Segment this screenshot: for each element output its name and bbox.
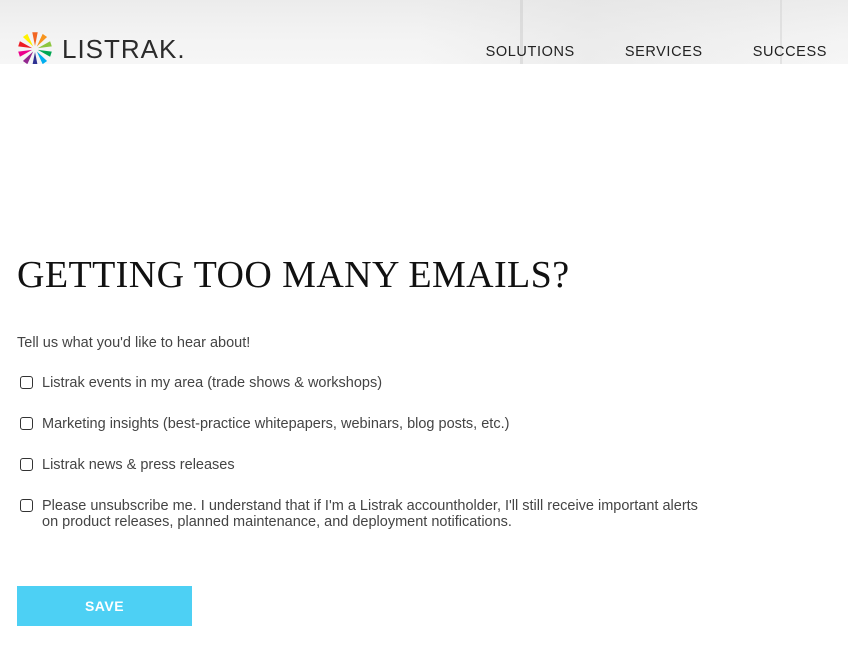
save-button[interactable]: SAVE bbox=[17, 586, 192, 626]
checkbox-icon[interactable] bbox=[20, 417, 33, 430]
checkbox-icon[interactable] bbox=[20, 499, 33, 512]
nav-item-success[interactable]: SUCCESS bbox=[753, 44, 827, 60]
option-label: Marketing insights (best-practice whitep… bbox=[42, 416, 510, 432]
option-label: Please unsubscribe me. I understand that… bbox=[42, 498, 698, 530]
option-unsubscribe: Please unsubscribe me. I understand that… bbox=[20, 498, 700, 530]
main-nav: SOLUTIONS SERVICES SUCCESS bbox=[486, 44, 827, 60]
site-header: LISTRAK. SOLUTIONS SERVICES SUCCESS bbox=[0, 0, 848, 64]
nav-item-solutions[interactable]: SOLUTIONS bbox=[486, 44, 575, 60]
option-label: Listrak events in my area (trade shows &… bbox=[42, 375, 383, 391]
intro-text: Tell us what you'd like to hear about! bbox=[17, 335, 251, 351]
option-insights: Marketing insights (best-practice whitep… bbox=[20, 416, 700, 432]
page: LISTRAK. SOLUTIONS SERVICES SUCCESS GETT… bbox=[0, 0, 848, 655]
option-label: Listrak news & press releases bbox=[42, 457, 235, 473]
checkbox-icon[interactable] bbox=[20, 458, 33, 471]
logo-ray bbox=[32, 52, 38, 64]
logo-text: LISTRAK. bbox=[62, 34, 186, 64]
logo-link[interactable]: LISTRAK. bbox=[16, 30, 186, 64]
option-news: Listrak news & press releases bbox=[20, 457, 700, 473]
option-events: Listrak events in my area (trade shows &… bbox=[20, 375, 700, 391]
logo-ray bbox=[32, 32, 38, 46]
subscription-options: Listrak events in my area (trade shows &… bbox=[20, 375, 700, 530]
starburst-logo-icon bbox=[18, 32, 52, 64]
nav-item-services[interactable]: SERVICES bbox=[625, 44, 703, 60]
checkbox-icon[interactable] bbox=[20, 376, 33, 389]
page-title: GETTING TOO MANY EMAILS? bbox=[17, 254, 570, 296]
